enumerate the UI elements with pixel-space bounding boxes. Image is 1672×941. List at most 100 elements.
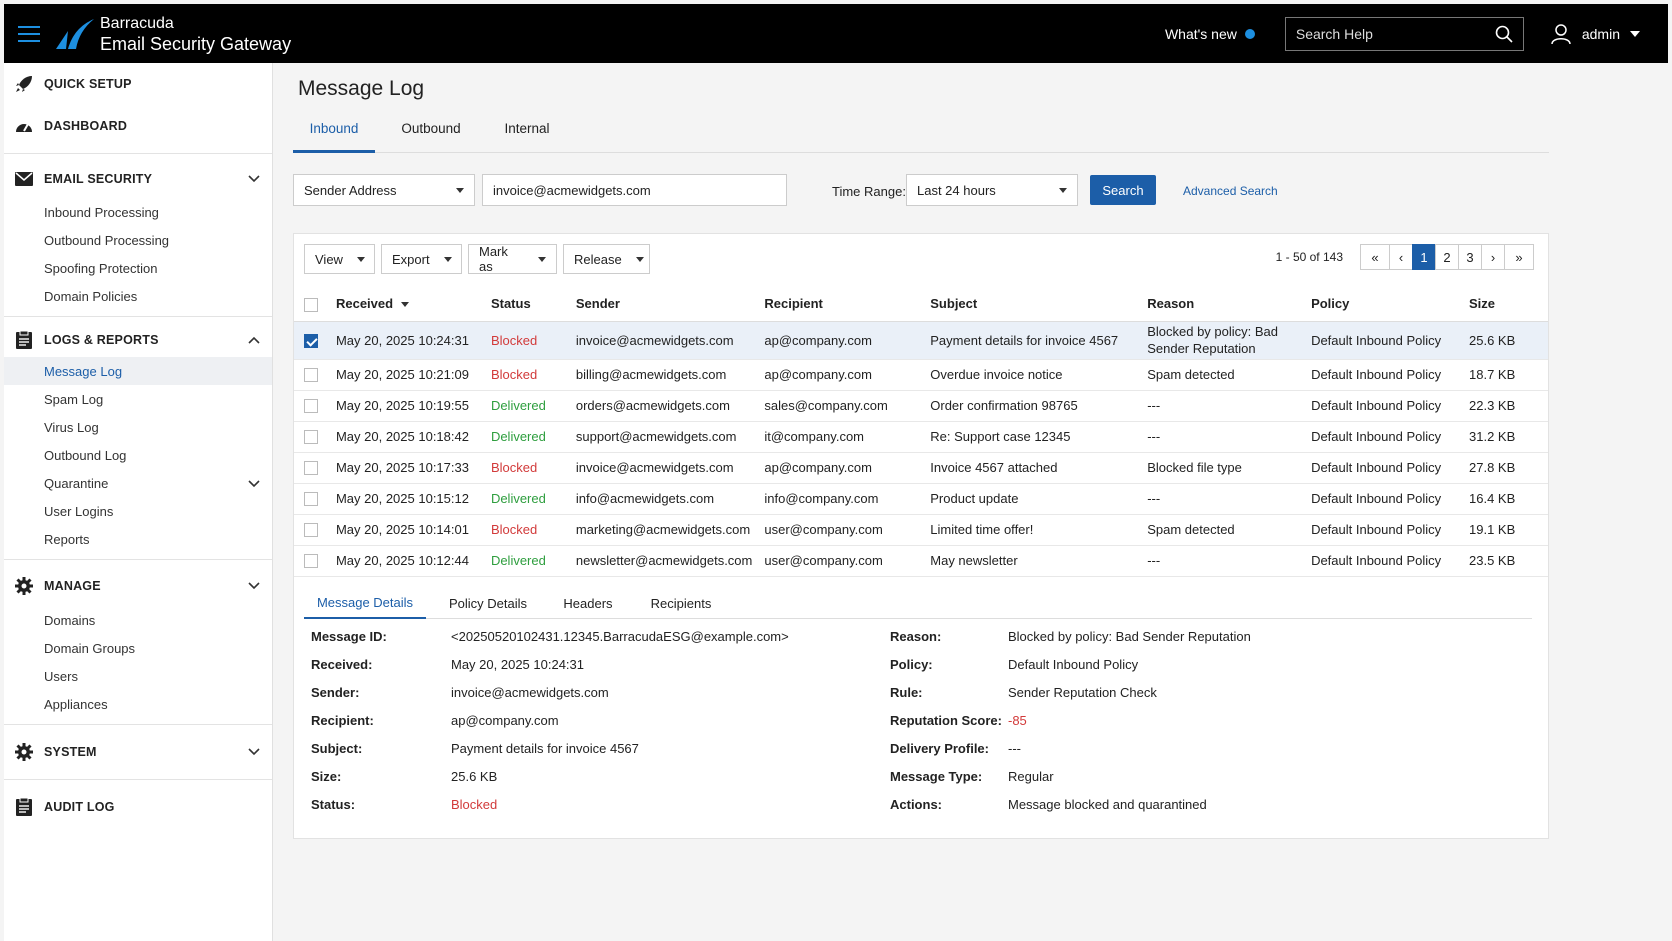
- table-row[interactable]: May 20, 2025 10:17:33 Blocked invoice@ac…: [294, 452, 1548, 484]
- table-row[interactable]: May 20, 2025 10:15:12 Delivered info@acm…: [294, 483, 1548, 515]
- divider: [4, 779, 272, 780]
- column-header-received[interactable]: Received: [329, 287, 485, 322]
- sidebar-item-reports[interactable]: Reports: [4, 525, 272, 553]
- search-icon[interactable]: [1495, 25, 1513, 43]
- mark-as-button[interactable]: Mark as: [468, 244, 557, 274]
- sidebar-item-appliances[interactable]: Appliances: [4, 690, 272, 718]
- column-header-reason[interactable]: Reason: [1141, 287, 1306, 322]
- column-header-policy[interactable]: Policy: [1305, 287, 1464, 322]
- sidebar-item-outbound-processing[interactable]: Outbound Processing: [4, 226, 272, 254]
- table-row[interactable]: May 20, 2025 10:24:31 Blocked invoice@ac…: [294, 321, 1548, 360]
- sidebar-manage[interactable]: MANAGE: [4, 566, 272, 606]
- sidebar-dashboard[interactable]: DASHBOARD: [4, 105, 272, 147]
- page-3-button[interactable]: 3: [1458, 244, 1482, 270]
- sidebar-item-domains[interactable]: Domains: [4, 606, 272, 634]
- detail-value: 25.6 KB: [451, 769, 498, 784]
- column-header-received-label: Received: [335, 296, 394, 312]
- sidebar-item-spam-log[interactable]: Spam Log: [4, 385, 272, 413]
- sidebar-system[interactable]: SYSTEM: [4, 731, 272, 773]
- cell-recipient: sales@company.com: [758, 390, 925, 422]
- row-checkbox[interactable]: [304, 368, 318, 383]
- row-checkbox-cell: [294, 483, 330, 515]
- sidebar-item-domain-groups[interactable]: Domain Groups: [4, 634, 272, 662]
- whats-new-link[interactable]: What's new: [1165, 26, 1255, 42]
- last-page-icon[interactable]: »: [1504, 244, 1534, 270]
- dashboard-gauge-icon: [14, 116, 34, 136]
- column-header-size[interactable]: Size: [1463, 287, 1548, 322]
- sidebar-item-message-log[interactable]: Message Log: [4, 357, 272, 385]
- filter-field-select[interactable]: Sender Address: [293, 174, 475, 206]
- prev-page-icon[interactable]: ‹: [1389, 244, 1413, 270]
- tab-headers[interactable]: Headers: [550, 587, 626, 619]
- column-header-sender[interactable]: Sender: [569, 287, 759, 322]
- detail-delivery-profile: Delivery Profile: ---: [890, 741, 1021, 756]
- detail-tabs: Message Details Policy Details Headers R…: [304, 587, 1532, 619]
- detail-reason: Reason: Blocked by policy: Bad Sender Rep…: [890, 629, 1251, 644]
- table-row[interactable]: May 20, 2025 10:12:44 Delivered newslett…: [294, 545, 1548, 577]
- sidebar-quick-setup[interactable]: QUICK SETUP: [4, 63, 272, 105]
- view-button[interactable]: View: [304, 244, 375, 274]
- row-checkbox[interactable]: [304, 333, 318, 348]
- export-button[interactable]: Export: [381, 244, 462, 274]
- time-range-select[interactable]: Last 24 hours: [906, 174, 1078, 206]
- search-button[interactable]: Search: [1090, 175, 1156, 205]
- detail-recipient: Recipient: ap@company.com: [311, 713, 559, 728]
- sidebar-audit-log[interactable]: AUDIT LOG: [4, 786, 272, 828]
- table-row[interactable]: May 20, 2025 10:21:09 Blocked billing@ac…: [294, 359, 1548, 391]
- row-checkbox[interactable]: [304, 461, 318, 476]
- tab-outbound[interactable]: Outbound: [375, 121, 487, 153]
- page-title: Message Log: [298, 77, 425, 100]
- sidebar-email-security[interactable]: EMAIL SECURITY: [4, 160, 272, 198]
- column-header-recipient[interactable]: Recipient: [758, 287, 925, 322]
- first-page-icon[interactable]: «: [1360, 244, 1390, 270]
- message-table: Received Status Sender Recipient Subject…: [294, 287, 1548, 577]
- sidebar-item-virus-log[interactable]: Virus Log: [4, 413, 272, 441]
- column-header-status[interactable]: Status: [484, 287, 570, 322]
- next-page-icon[interactable]: ›: [1481, 244, 1505, 270]
- sidebar-item-users[interactable]: Users: [4, 662, 272, 690]
- row-checkbox[interactable]: [304, 430, 318, 445]
- search-help-box[interactable]: [1284, 16, 1524, 51]
- search-help-input[interactable]: [1295, 25, 1495, 42]
- detail-value: Blocked: [451, 797, 498, 812]
- sidebar-item-quarantine[interactable]: Quarantine: [4, 469, 272, 497]
- cell-recipient: ap@company.com: [758, 452, 925, 484]
- sidebar-item-inbound-processing[interactable]: Inbound Processing: [4, 198, 272, 226]
- tab-recipients[interactable]: Recipients: [626, 587, 736, 619]
- release-button[interactable]: Release: [563, 244, 650, 274]
- hamburger-menu-icon[interactable]: [18, 25, 40, 42]
- select-all-checkbox[interactable]: [304, 297, 318, 312]
- user-menu[interactable]: admin: [1550, 23, 1640, 45]
- cell-size: 19.1 KB: [1463, 514, 1548, 546]
- table-row[interactable]: May 20, 2025 10:18:42 Delivered support@…: [294, 421, 1548, 453]
- advanced-search-link[interactable]: Advanced Search: [1183, 184, 1278, 198]
- cell-received: May 20, 2025 10:21:09: [329, 359, 485, 391]
- cell-size: 31.2 KB: [1463, 421, 1548, 453]
- row-checkbox[interactable]: [304, 523, 318, 538]
- detail-value: Message blocked and quarantined: [1008, 797, 1207, 812]
- table-row[interactable]: May 20, 2025 10:19:55 Delivered orders@a…: [294, 390, 1548, 422]
- filter-value-input[interactable]: [482, 174, 787, 206]
- tab-inbound[interactable]: Inbound: [293, 121, 375, 153]
- time-range-label: Time Range:: [832, 184, 906, 199]
- tab-message-details[interactable]: Message Details: [304, 587, 426, 619]
- column-header-subject[interactable]: Subject: [924, 287, 1142, 322]
- tab-internal[interactable]: Internal: [487, 121, 567, 153]
- sidebar-item-spoofing-protection[interactable]: Spoofing Protection: [4, 254, 272, 282]
- sidebar-item-user-logins[interactable]: User Logins: [4, 497, 272, 525]
- page-1-button[interactable]: 1: [1412, 244, 1436, 270]
- cell-recipient: user@company.com: [758, 545, 925, 577]
- row-checkbox[interactable]: [304, 399, 318, 414]
- clipboard-report-icon: [14, 330, 34, 350]
- row-checkbox[interactable]: [304, 492, 318, 507]
- row-checkbox[interactable]: [304, 554, 318, 569]
- sidebar-item-domain-policies[interactable]: Domain Policies: [4, 282, 272, 310]
- table-row[interactable]: May 20, 2025 10:14:01 Blocked marketing@…: [294, 514, 1548, 546]
- cell-size: 22.3 KB: [1463, 390, 1548, 422]
- page-2-button[interactable]: 2: [1435, 244, 1459, 270]
- sidebar-logs-reports[interactable]: LOGS & REPORTS: [4, 323, 272, 357]
- tab-policy-details[interactable]: Policy Details: [426, 587, 550, 619]
- sidebar: QUICK SETUP DASHBOARD EMAIL SECURITY Inb…: [4, 63, 273, 941]
- app-logo[interactable]: Barracuda Email Security Gateway: [54, 14, 291, 54]
- sidebar-item-outbound-log[interactable]: Outbound Log: [4, 441, 272, 469]
